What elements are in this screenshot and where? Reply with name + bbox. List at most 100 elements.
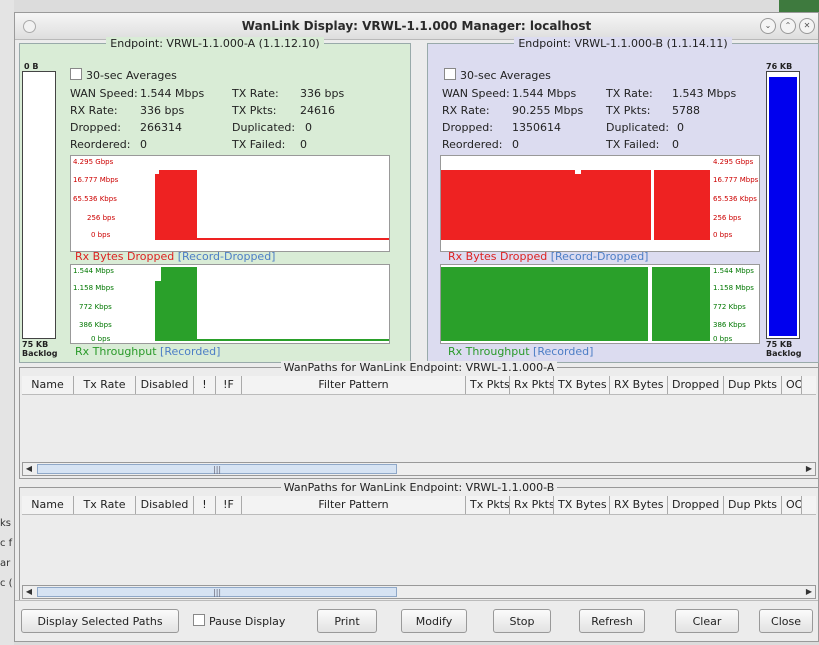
- column-header[interactable]: RX Bytes: [610, 496, 668, 514]
- print-button[interactable]: Print: [317, 609, 377, 633]
- backlog-a-bottom: 75 KB Backlog: [22, 340, 58, 358]
- wanpaths-b-header: Name Tx Rate Disabled! !F Filter Pattern Tx P…: [22, 496, 816, 515]
- column-header[interactable]: Tx Pkts: [466, 376, 510, 394]
- scroll-left-icon[interactable]: ◀: [23, 586, 35, 598]
- drop-chart-b-title: Rx Bytes Dropped [Record-Dropped]: [448, 250, 649, 263]
- throughput-chart-a-title: Rx Throughput [Recorded]: [75, 345, 221, 358]
- averages-a-label: 30-sec Averages: [86, 69, 177, 82]
- column-header[interactable]: Name: [22, 496, 74, 514]
- scroll-right-icon[interactable]: ▶: [803, 586, 815, 598]
- backlog-a-max: 0 B: [24, 62, 39, 71]
- minimize-button[interactable]: ⌄: [760, 18, 776, 34]
- backlog-a-caption: Backlog: [22, 349, 58, 358]
- display-selected-paths-button[interactable]: Display Selected Paths: [21, 609, 179, 633]
- scroll-right-icon[interactable]: ▶: [803, 463, 815, 475]
- wanpaths-b-hscroll[interactable]: ◀ ||| ▶: [22, 585, 816, 599]
- title-bar[interactable]: WanLink Display: VRWL-1.1.000 Manager: l…: [15, 13, 818, 40]
- column-header[interactable]: !: [194, 376, 216, 394]
- column-header[interactable]: Filter Pattern: [242, 376, 466, 394]
- column-header[interactable]: OO: [782, 376, 802, 394]
- column-header[interactable]: TX Bytes: [554, 496, 610, 514]
- averages-a-checkbox[interactable]: 30-sec Averages: [70, 68, 177, 82]
- drop-b-tick: 16.777 Mbps: [713, 176, 759, 184]
- background-text: ar: [0, 558, 11, 569]
- wan-speed-b-value: 1.544 Mbps: [512, 87, 577, 100]
- thru-b-bar: [652, 267, 710, 341]
- column-header[interactable]: Name: [22, 376, 74, 394]
- column-header[interactable]: Dropped: [668, 496, 724, 514]
- tx-rate-a-label: TX Rate:: [232, 87, 279, 100]
- endpoint-a-legend: Endpoint: VRWL-1.1.000-A (1.1.12.10): [106, 37, 324, 50]
- close-button[interactable]: Close: [759, 609, 813, 633]
- drop-b-bar: [654, 170, 710, 240]
- averages-b-checkbox[interactable]: 30-sec Averages: [444, 68, 551, 82]
- tx-rate-a-value: 336 bps: [300, 87, 345, 100]
- thru-b-bar: [441, 267, 648, 341]
- column-header[interactable]: !F: [216, 496, 242, 514]
- wanpaths-a-header: Name Tx Rate Disabled! !F Filter Pattern Tx P…: [22, 376, 816, 395]
- refresh-button[interactable]: Refresh: [579, 609, 645, 633]
- clear-button[interactable]: Clear: [675, 609, 739, 633]
- wanlink-display-window: WanLink Display: VRWL-1.1.000 Manager: l…: [14, 12, 819, 642]
- throughput-chart-b-title: Rx Throughput [Recorded]: [448, 345, 594, 358]
- column-header[interactable]: Filter Pattern: [242, 496, 466, 514]
- column-header[interactable]: TX Bytes: [554, 376, 610, 394]
- stop-button[interactable]: Stop: [493, 609, 551, 633]
- rx-rate-a-value: 336 bps: [140, 104, 185, 117]
- tx-rate-b-value: 1.543 Mbps: [672, 87, 737, 100]
- drop-a-baseline: [197, 238, 389, 240]
- drop-a-tick: 65.536 Kbps: [73, 195, 117, 203]
- column-header[interactable]: Tx Rate: [74, 376, 136, 394]
- wanpaths-b-legend: WanPaths for WanLink Endpoint: VRWL-1.1.…: [280, 481, 558, 494]
- modify-button[interactable]: Modify: [401, 609, 467, 633]
- column-header[interactable]: !F: [216, 376, 242, 394]
- reordered-a-label: Reordered:: [70, 138, 131, 151]
- column-header[interactable]: Rx Pkts: [510, 376, 554, 394]
- close-window-button[interactable]: ✕: [799, 18, 815, 34]
- drop-a-bar: [159, 170, 197, 240]
- column-header[interactable]: Dropped: [668, 376, 724, 394]
- wan-speed-a-value: 1.544 Mbps: [140, 87, 205, 100]
- thru-b-tick: 386 Kbps: [713, 321, 746, 329]
- backlog-b-bar: [766, 71, 800, 339]
- background-text: c (: [0, 578, 13, 589]
- column-header[interactable]: Dup Pkts: [724, 376, 782, 394]
- pause-display-label: Pause Display: [209, 615, 286, 628]
- backlog-b-bottom-value: 75 KB: [766, 340, 793, 349]
- checkbox-icon: [193, 614, 205, 626]
- thru-a-tick: 772 Kbps: [79, 303, 112, 311]
- dropped-a-label: Dropped:: [70, 121, 121, 134]
- column-header[interactable]: Tx Pkts: [466, 496, 510, 514]
- column-header[interactable]: Rx Pkts: [510, 496, 554, 514]
- drop-a-tick: 256 bps: [87, 214, 116, 222]
- maximize-button[interactable]: ⌃: [780, 18, 796, 34]
- wan-speed-b-label: WAN Speed:: [442, 87, 510, 100]
- drop-b-tick: 4.295 Gbps: [713, 158, 754, 166]
- column-header[interactable]: Dup Pkts: [724, 496, 782, 514]
- dropped-a-value: 266314: [140, 121, 182, 134]
- wanpaths-b-table-body[interactable]: [22, 515, 816, 583]
- scroll-thumb[interactable]: |||: [37, 464, 397, 474]
- column-header[interactable]: Disabled: [136, 376, 194, 394]
- wanpaths-a-table-body[interactable]: [22, 395, 816, 461]
- pause-display-checkbox[interactable]: Pause Display: [193, 614, 285, 628]
- column-header[interactable]: !: [194, 496, 216, 514]
- column-header[interactable]: Tx Rate: [74, 496, 136, 514]
- scroll-thumb[interactable]: |||: [37, 587, 397, 597]
- reordered-b-label: Reordered:: [442, 138, 503, 151]
- backlog-b-max: 76 KB: [766, 62, 793, 71]
- drop-a-tick: 0 bps: [91, 231, 111, 239]
- drop-chart-a: 4.295 Gbps 16.777 Mbps 65.536 Kbps 256 b…: [70, 155, 390, 252]
- drop-b-bar: [581, 170, 651, 240]
- column-header[interactable]: Disabled: [136, 496, 194, 514]
- scroll-left-icon[interactable]: ◀: [23, 463, 35, 475]
- column-header[interactable]: OO: [782, 496, 802, 514]
- wanpaths-a-hscroll[interactable]: ◀ ||| ▶: [22, 462, 816, 476]
- thru-a-bar: [161, 267, 197, 341]
- reordered-b-value: 0: [512, 138, 519, 151]
- tx-failed-a-value: 0: [300, 138, 307, 151]
- wanpaths-a-legend: WanPaths for WanLink Endpoint: VRWL-1.1.…: [280, 361, 558, 374]
- thru-b-tick: 0 bps: [713, 335, 733, 343]
- column-header[interactable]: RX Bytes: [610, 376, 668, 394]
- checkbox-icon: [70, 68, 82, 80]
